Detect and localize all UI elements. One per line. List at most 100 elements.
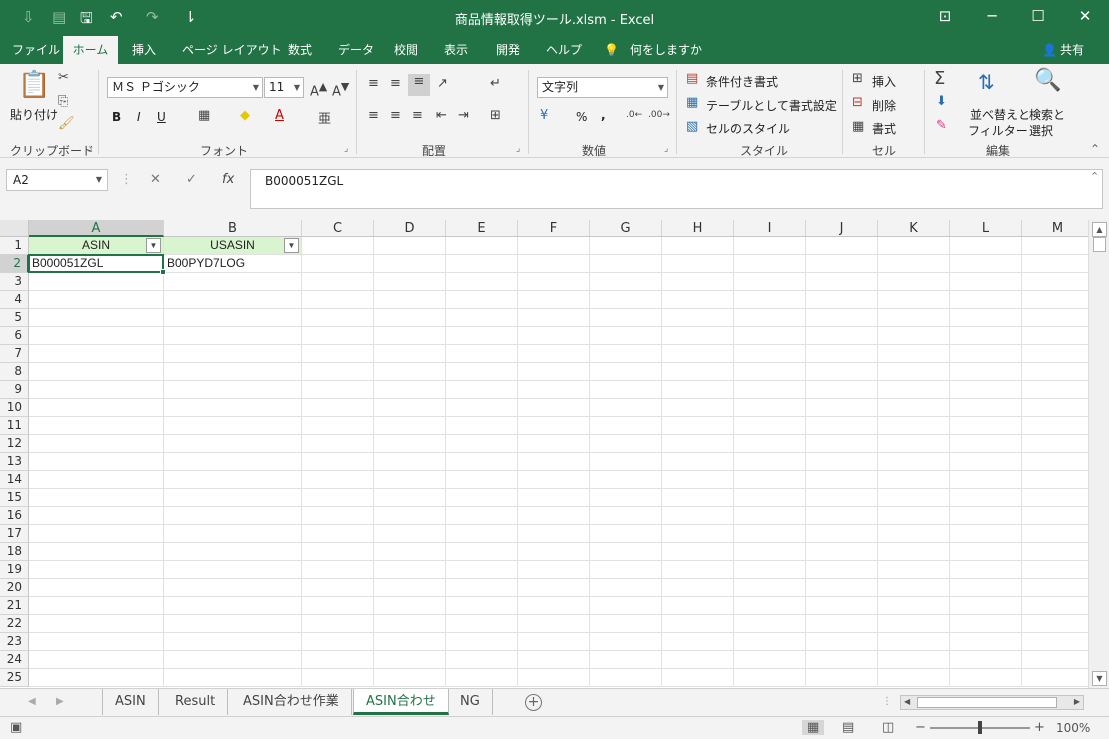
cell-a20[interactable] [29, 579, 164, 597]
cell-l4[interactable] [950, 291, 1022, 309]
cell-j6[interactable] [806, 327, 878, 345]
confirm-edit-icon[interactable]: ✓ [186, 172, 197, 187]
cell-m13[interactable] [1022, 453, 1094, 471]
cell-j24[interactable] [806, 651, 878, 669]
row-header-18[interactable]: 18 [0, 543, 29, 561]
cell-e24[interactable] [446, 651, 518, 669]
cell-b7[interactable] [164, 345, 302, 363]
cell-l11[interactable] [950, 417, 1022, 435]
row-header-20[interactable]: 20 [0, 579, 29, 597]
cell-g3[interactable] [590, 273, 662, 291]
cell-a10[interactable] [29, 399, 164, 417]
cell-m10[interactable] [1022, 399, 1094, 417]
row-header-22[interactable]: 22 [0, 615, 29, 633]
cell-m22[interactable] [1022, 615, 1094, 633]
cell-b8[interactable] [164, 363, 302, 381]
font-name-select[interactable]: ＭＳ Ｐゴシック ▼ [107, 77, 263, 98]
name-box[interactable]: A2 ▼ [6, 169, 108, 191]
copy-icon[interactable]: ⎘ [58, 94, 68, 109]
column-header-a[interactable]: A [29, 220, 164, 237]
cell-g8[interactable] [590, 363, 662, 381]
cell-b5[interactable] [164, 309, 302, 327]
tab-file[interactable]: ファイル [6, 36, 66, 64]
cell-e15[interactable] [446, 489, 518, 507]
cell-j21[interactable] [806, 597, 878, 615]
paste-button[interactable]: 貼り付け [10, 106, 58, 123]
format-as-table-button[interactable]: テーブルとして書式設定 [706, 97, 837, 114]
font-color-icon[interactable]: A [275, 108, 284, 123]
column-header-g[interactable]: G [590, 220, 662, 237]
cell-h25[interactable] [662, 669, 734, 687]
cell-b3[interactable] [164, 273, 302, 291]
cell-c19[interactable] [302, 561, 374, 579]
cell-l13[interactable] [950, 453, 1022, 471]
cell-e25[interactable] [446, 669, 518, 687]
cell-k5[interactable] [878, 309, 950, 327]
cell-e14[interactable] [446, 471, 518, 489]
cell-e18[interactable] [446, 543, 518, 561]
cell-b12[interactable] [164, 435, 302, 453]
column-header-f[interactable]: F [518, 220, 590, 237]
cell-d14[interactable] [374, 471, 446, 489]
cell-i21[interactable] [734, 597, 806, 615]
cell-e13[interactable] [446, 453, 518, 471]
cell-d17[interactable] [374, 525, 446, 543]
cell-g9[interactable] [590, 381, 662, 399]
cell-i23[interactable] [734, 633, 806, 651]
sheet-tab-asin-match[interactable]: ASIN合わせ [353, 689, 449, 715]
close-button[interactable]: ✕ [1062, 0, 1108, 32]
cell-j17[interactable] [806, 525, 878, 543]
cell-b13[interactable] [164, 453, 302, 471]
cell-k23[interactable] [878, 633, 950, 651]
cell-e19[interactable] [446, 561, 518, 579]
cell-l14[interactable] [950, 471, 1022, 489]
sheet-tab-asin-match-work[interactable]: ASIN合わせ作業 [231, 689, 352, 715]
row-header-9[interactable]: 9 [0, 381, 29, 399]
cell-c24[interactable] [302, 651, 374, 669]
cell-c25[interactable] [302, 669, 374, 687]
cell-j20[interactable] [806, 579, 878, 597]
cell-a2[interactable]: B000051ZGL [29, 255, 164, 273]
row-header-6[interactable]: 6 [0, 327, 29, 345]
insert-cells-button[interactable]: 挿入 [872, 73, 896, 90]
cell-j19[interactable] [806, 561, 878, 579]
cell-k14[interactable] [878, 471, 950, 489]
cell-a17[interactable] [29, 525, 164, 543]
format-painter-icon[interactable]: 🖌 [58, 116, 75, 131]
cell-m23[interactable] [1022, 633, 1094, 651]
autosum-icon[interactable]: Σ [934, 68, 945, 89]
cell-l24[interactable] [950, 651, 1022, 669]
row-header-25[interactable]: 25 [0, 669, 29, 687]
cell-b22[interactable] [164, 615, 302, 633]
cell-c17[interactable] [302, 525, 374, 543]
cell-g22[interactable] [590, 615, 662, 633]
cell-b4[interactable] [164, 291, 302, 309]
cell-k15[interactable] [878, 489, 950, 507]
cell-m16[interactable] [1022, 507, 1094, 525]
cell-i8[interactable] [734, 363, 806, 381]
cell-l15[interactable] [950, 489, 1022, 507]
cell-m17[interactable] [1022, 525, 1094, 543]
column-header-j[interactable]: J [806, 220, 878, 237]
phonetic-guide-icon[interactable]: 亜 [318, 108, 331, 127]
sort-filter-icon[interactable]: ⇅ [978, 70, 995, 94]
cell-i10[interactable] [734, 399, 806, 417]
cell-j14[interactable] [806, 471, 878, 489]
column-header-c[interactable]: C [302, 220, 374, 237]
cell-l18[interactable] [950, 543, 1022, 561]
cell-l17[interactable] [950, 525, 1022, 543]
cell-g11[interactable] [590, 417, 662, 435]
prev-sheet-icon[interactable]: ◀ [28, 696, 36, 707]
cell-h10[interactable] [662, 399, 734, 417]
tab-developer[interactable]: 開発 [490, 36, 526, 64]
select-all-corner[interactable] [0, 220, 29, 237]
cell-c22[interactable] [302, 615, 374, 633]
cell-h3[interactable] [662, 273, 734, 291]
scroll-up-icon[interactable]: ▲ [1092, 222, 1107, 237]
cell-e12[interactable] [446, 435, 518, 453]
cell-h18[interactable] [662, 543, 734, 561]
cell-c12[interactable] [302, 435, 374, 453]
cell-c20[interactable] [302, 579, 374, 597]
cell-f22[interactable] [518, 615, 590, 633]
cell-d18[interactable] [374, 543, 446, 561]
